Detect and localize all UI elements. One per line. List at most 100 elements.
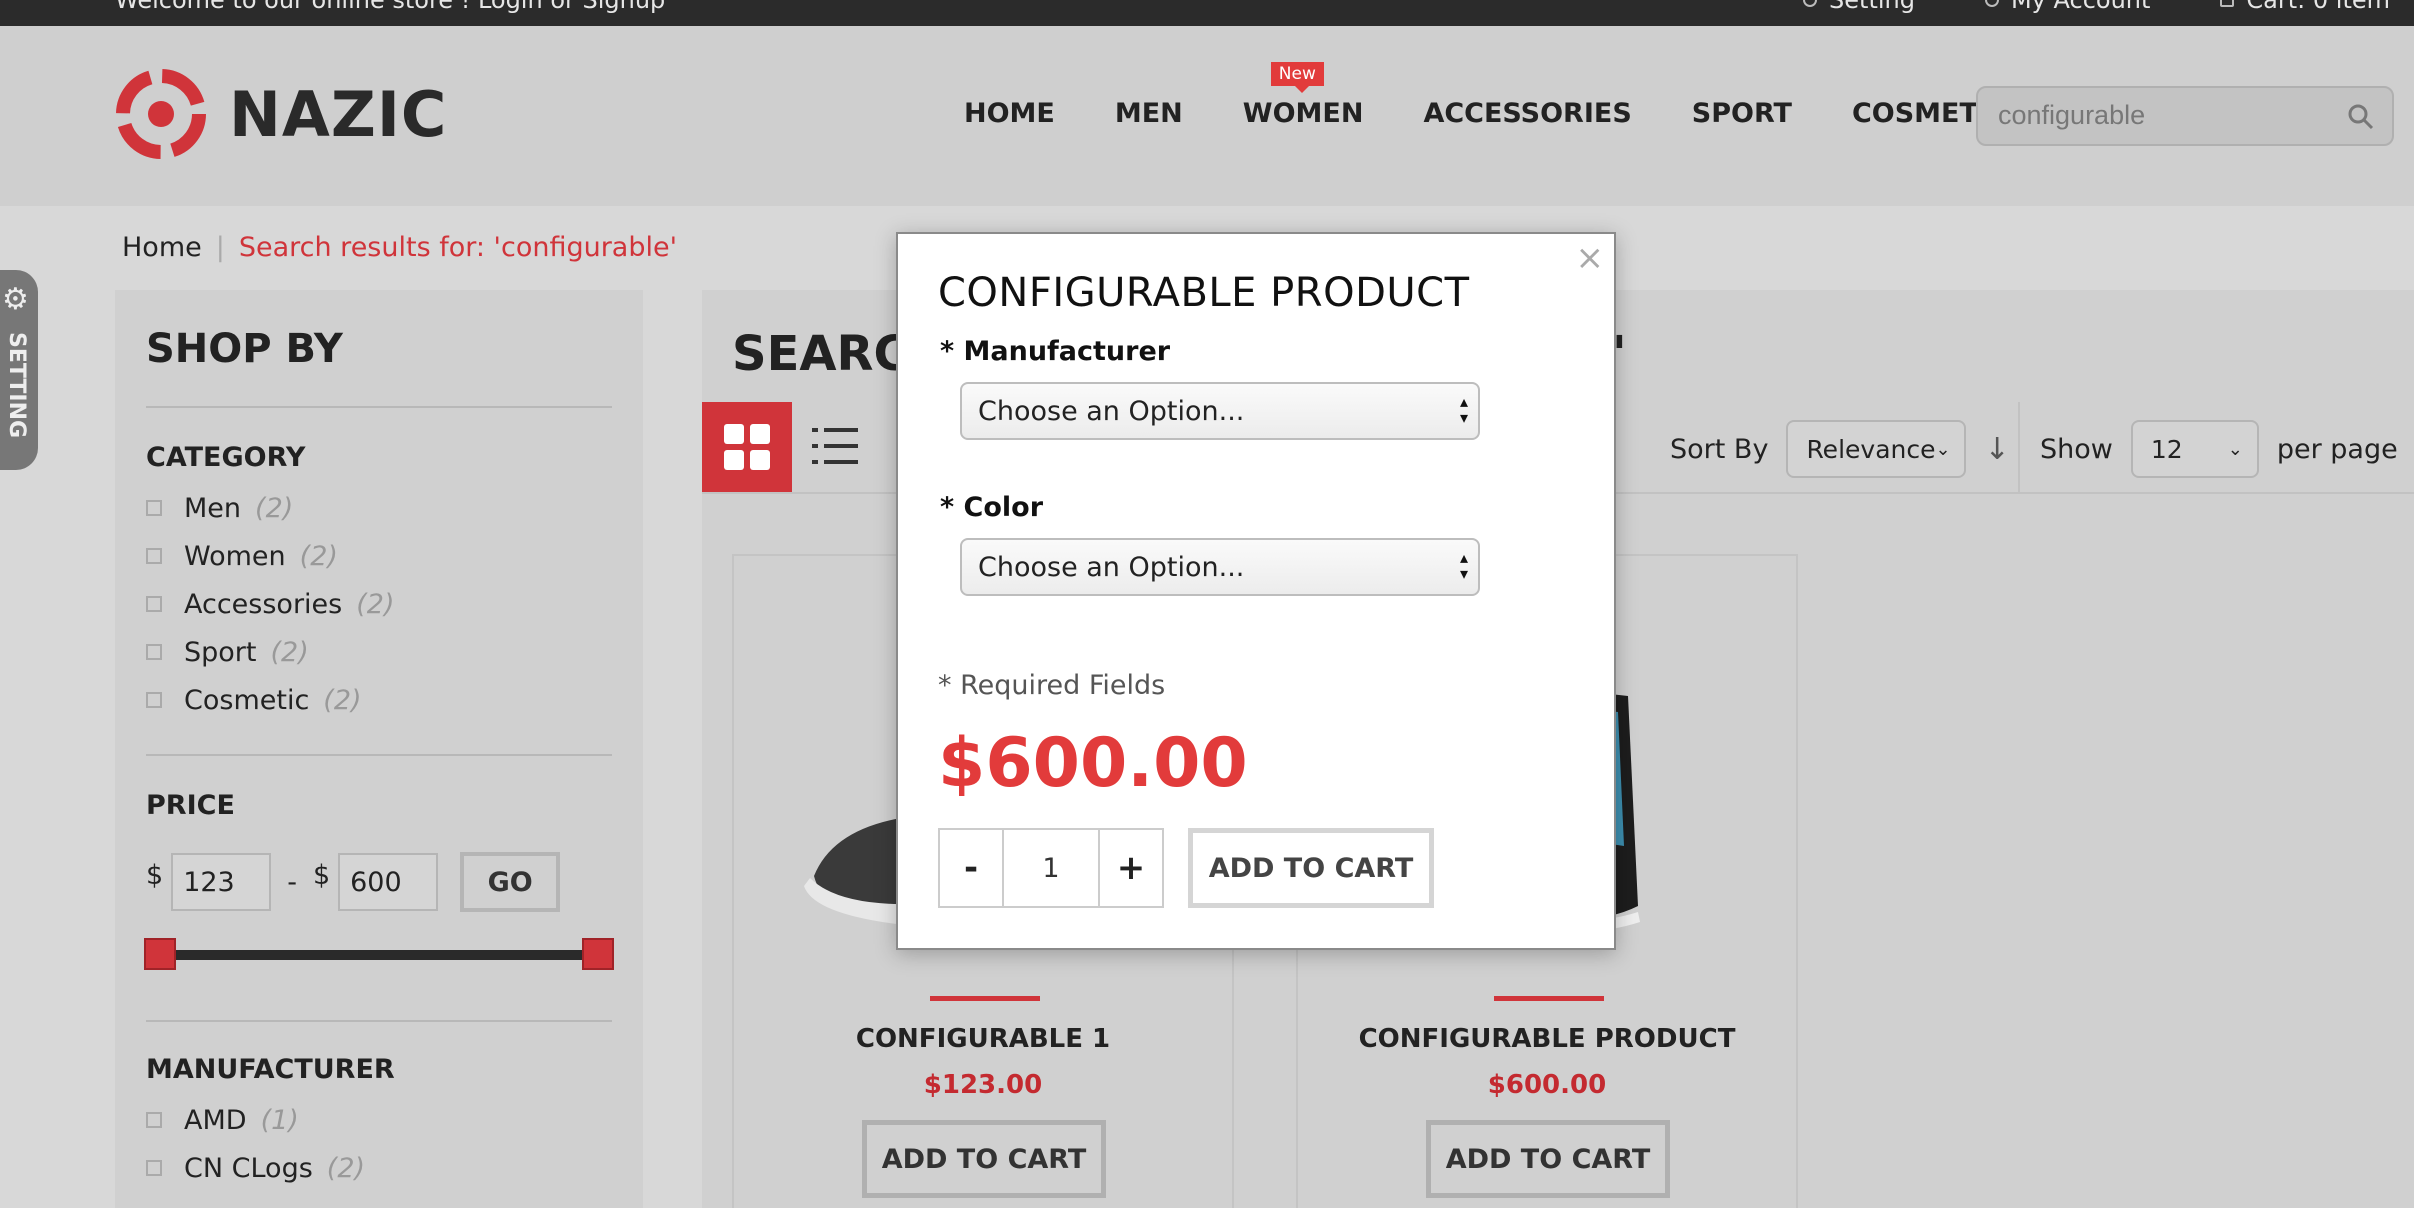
- filter-count: (1): [260, 1104, 299, 1136]
- nav-women[interactable]: New WOMEN: [1242, 62, 1364, 129]
- grid-icon: [724, 450, 744, 470]
- nav-home[interactable]: HOME: [964, 98, 1055, 129]
- price-go-button[interactable]: GO: [460, 852, 561, 912]
- nav-sport[interactable]: SPORT: [1692, 98, 1792, 129]
- setting-side-tab[interactable]: ⚙ SETTING: [0, 270, 38, 470]
- user-icon: [1984, 0, 1999, 7]
- price-heading: PRICE: [146, 790, 235, 821]
- my-account-link[interactable]: My Account: [1984, 0, 2151, 14]
- qty-increase-button[interactable]: +: [1100, 830, 1162, 906]
- setting-tab-label: SETTING: [4, 332, 29, 439]
- select-arrows-icon: ▴ ▾: [1459, 548, 1468, 583]
- modal-add-to-cart-button[interactable]: ADD TO CART: [1188, 828, 1434, 908]
- price-min-input[interactable]: 123: [171, 853, 272, 911]
- list-view-icon[interactable]: [812, 424, 858, 470]
- per-page-select[interactable]: 12 ⌄: [2130, 420, 2259, 478]
- breadcrumb-current: Search results for: 'configurable': [238, 232, 678, 263]
- filter-label: Men: [184, 492, 242, 524]
- category-filter-men[interactable]: Men (2): [146, 484, 394, 532]
- price-max-input[interactable]: 600: [338, 853, 439, 911]
- manufacturer-label: * Manufacturer: [940, 336, 1171, 367]
- color-select[interactable]: Choose an Option... ▴ ▾: [960, 538, 1480, 596]
- required-fields-note: * Required Fields: [938, 670, 1166, 701]
- brand-name: NAZIC: [229, 77, 448, 151]
- category-filter-women[interactable]: Women (2): [146, 532, 394, 580]
- welcome-text: Welcome to our online store ! Login or S…: [115, 0, 666, 14]
- color-select-value: Choose an Option...: [978, 551, 1245, 583]
- manufacturer-list: AMD (1) CN CLogs (2): [146, 1096, 365, 1192]
- gear-icon: ⚙: [2, 282, 29, 317]
- category-filter-cosmetic[interactable]: Cosmetic (2): [146, 676, 394, 724]
- cart-icon: [2220, 0, 2235, 7]
- manufacturer-filter-amd[interactable]: AMD (1): [146, 1096, 365, 1144]
- nav-accessories[interactable]: ACCESSORIES: [1423, 98, 1631, 129]
- filter-count: (2): [323, 684, 362, 716]
- logo-icon: [116, 69, 206, 159]
- cart-link[interactable]: Cart: 0 item: [2220, 0, 2390, 14]
- search-input[interactable]: [1998, 100, 2328, 131]
- manufacturer-select[interactable]: Choose an Option... ▴ ▾: [960, 382, 1480, 440]
- title-accent-bar: [930, 996, 1040, 1001]
- checkbox[interactable]: [146, 548, 162, 564]
- category-filter-accessories[interactable]: Accessories (2): [146, 580, 394, 628]
- nav-women-label: WOMEN: [1242, 98, 1364, 129]
- close-icon[interactable]: ×: [1576, 238, 1605, 278]
- filter-label: AMD: [184, 1104, 247, 1136]
- per-page-value: 12: [2150, 434, 2183, 464]
- show-label: Show: [2040, 433, 2113, 465]
- sort-by-label: Sort By: [1670, 433, 1769, 465]
- breadcrumb-home[interactable]: Home: [122, 232, 202, 263]
- checkbox[interactable]: [146, 596, 162, 612]
- slider-handle-min[interactable]: [144, 938, 176, 970]
- sort-by: Sort By Relevance ⌄ ↓: [1670, 420, 2010, 478]
- qty-decrease-button[interactable]: -: [940, 830, 1002, 906]
- category-list: Men (2) Women (2) Accessories (2) Sport (2) …: [146, 484, 394, 724]
- product-name[interactable]: CONFIGURABLE PRODUCT: [1298, 1024, 1796, 1054]
- checkbox[interactable]: [146, 1112, 162, 1128]
- logo[interactable]: NAZIC: [115, 68, 447, 160]
- currency-symbol: $: [312, 859, 331, 891]
- qty-input[interactable]: 1: [1002, 830, 1100, 906]
- search-icon[interactable]: [2348, 104, 2374, 130]
- checkbox[interactable]: [146, 1160, 162, 1176]
- shop-by-sidebar: SHOP BY CATEGORY Men (2) Women (2) Accesso…: [115, 290, 643, 1208]
- sidebar-title: SHOP BY: [146, 326, 343, 372]
- nav-men[interactable]: MEN: [1115, 98, 1183, 129]
- manufacturer-select-value: Choose an Option...: [978, 395, 1245, 427]
- slider-handle-max[interactable]: [582, 938, 614, 970]
- checkbox[interactable]: [146, 644, 162, 660]
- category-heading: CATEGORY: [146, 442, 306, 473]
- setting-link[interactable]: Setting: [1803, 0, 1915, 14]
- search-box: [1976, 86, 2394, 146]
- cart-label: Cart: 0 item: [2246, 0, 2390, 14]
- divider: [146, 406, 612, 408]
- grid-icon: [750, 424, 770, 444]
- filter-count: (2): [326, 1152, 366, 1184]
- select-arrows-icon: ▴ ▾: [1459, 392, 1468, 427]
- sort-select[interactable]: Relevance ⌄: [1786, 420, 1967, 478]
- checkbox[interactable]: [146, 500, 162, 516]
- title-accent-bar: [1494, 996, 1604, 1001]
- product-price: $123.00: [923, 1070, 1043, 1100]
- filter-count: (2): [270, 636, 309, 668]
- grid-icon: [724, 424, 744, 444]
- price-slider[interactable]: [144, 938, 614, 970]
- add-to-cart-button[interactable]: ADD TO CART: [862, 1120, 1106, 1198]
- my-account-label: My Account: [2010, 0, 2151, 14]
- new-badge: New: [1270, 62, 1324, 93]
- category-filter-sport[interactable]: Sport (2): [146, 628, 394, 676]
- chevron-down-icon: ⌄: [2227, 438, 2243, 460]
- divider: [2018, 402, 2020, 492]
- top-links: Setting My Account Cart: 0 item: [1803, 0, 2390, 14]
- manufacturer-filter-cn-clogs[interactable]: CN CLogs (2): [146, 1144, 365, 1192]
- add-to-cart-button[interactable]: ADD TO CART: [1426, 1120, 1670, 1198]
- grid-view-button[interactable]: [702, 402, 792, 492]
- product-name[interactable]: CONFIGURABLE 1: [734, 1024, 1232, 1054]
- quantity-stepper: - 1 +: [938, 828, 1164, 908]
- sort-direction-icon[interactable]: ↓: [1984, 432, 2009, 467]
- checkbox[interactable]: [146, 692, 162, 708]
- range-dash: -: [287, 866, 297, 898]
- site-header: NAZIC HOME MEN New WOMEN ACCESSORIES SPO…: [0, 26, 2414, 206]
- product-price: $600.00: [1487, 1070, 1607, 1100]
- divider: [146, 1020, 612, 1022]
